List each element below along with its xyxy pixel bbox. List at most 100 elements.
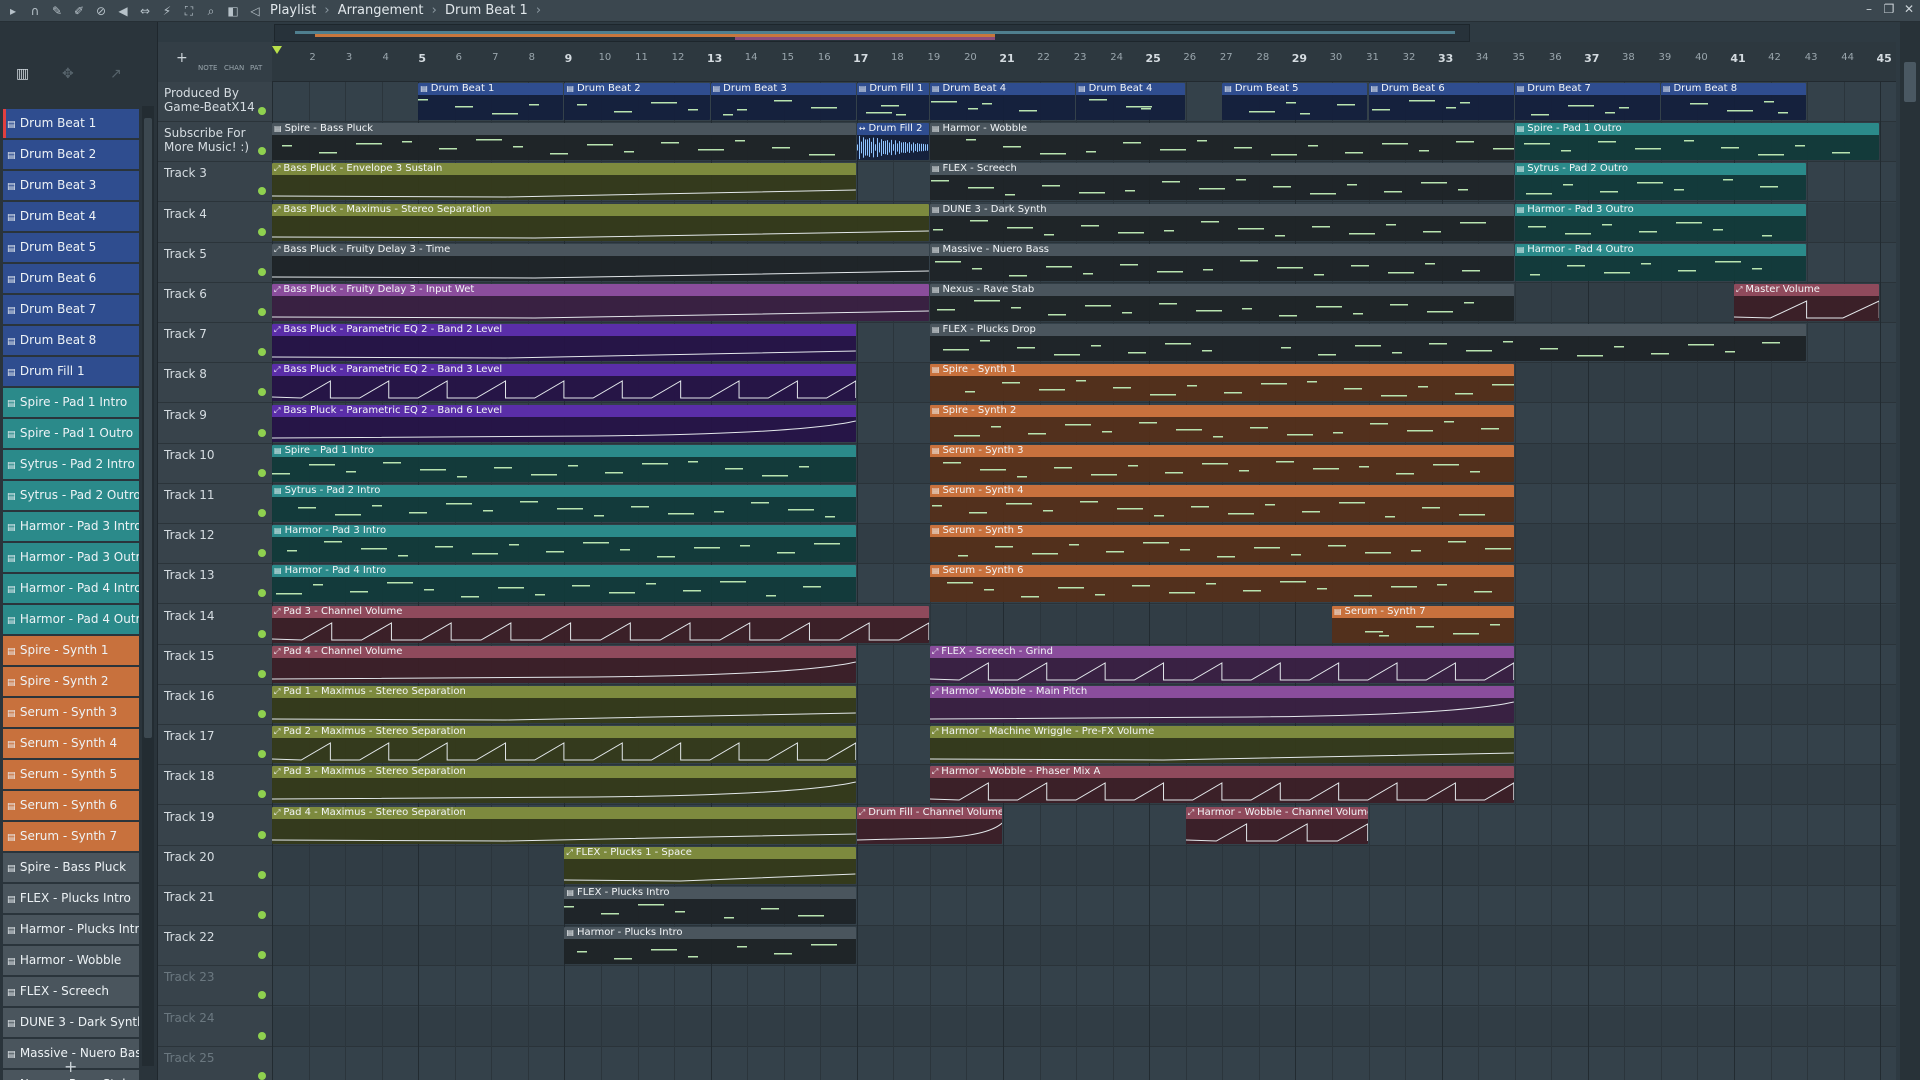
track-header[interactable]: Track 21 xyxy=(158,886,272,926)
pattern-clip[interactable]: ▤ FLEX - Plucks Drop xyxy=(929,324,1807,362)
pattern-clip[interactable]: ▤ Serum - Synth 4 xyxy=(929,485,1514,522)
pattern-clip[interactable]: ▤ Drum Beat 8 xyxy=(1660,83,1807,120)
automation-clip[interactable]: ⤢ Pad 1 - Maximus - Stereo Separation xyxy=(272,686,856,723)
track-header[interactable]: Track 19 xyxy=(158,806,272,846)
track-name[interactable]: Track 13 xyxy=(164,568,214,582)
pattern-item[interactable]: ▤ Harmor - Wobble xyxy=(3,946,139,975)
track-name[interactable]: Track 14 xyxy=(164,609,214,623)
track-lane[interactable] xyxy=(272,845,1896,886)
track-mute-led[interactable] xyxy=(258,1031,266,1040)
speaker-icon[interactable]: ◁ xyxy=(246,2,264,20)
track-mute-led[interactable] xyxy=(258,187,266,196)
track-mute-led[interactable] xyxy=(258,549,266,558)
track-mute-led[interactable] xyxy=(258,267,266,276)
track-header[interactable]: Track 7 xyxy=(158,323,272,364)
track-header[interactable]: Track 20 xyxy=(158,846,272,886)
pattern-item[interactable]: ▤ FLEX - Plucks Intro xyxy=(3,884,139,913)
track-mute-led[interactable] xyxy=(258,710,266,718)
pattern-item[interactable]: ▤ FLEX - Screech xyxy=(3,977,139,1006)
audio-clip[interactable]: ↔ Drum Fill 2 xyxy=(856,123,929,161)
picker-view-icon[interactable]: ▥ xyxy=(16,66,29,82)
pattern-clip[interactable]: ▤ Drum Fill 1 xyxy=(856,83,929,120)
track-header[interactable]: Track 17 xyxy=(158,725,272,766)
zoom-icon[interactable]: ⌕ xyxy=(202,2,220,20)
track-name[interactable]: Track 9 xyxy=(164,408,207,422)
track-mute-led[interactable] xyxy=(258,388,266,397)
pencil-icon[interactable]: ✎ xyxy=(48,2,66,20)
pattern-clip[interactable]: ▤ Spire - Bass Pluck xyxy=(272,123,856,161)
track-name[interactable]: Track 20 xyxy=(164,850,214,864)
tool-pat[interactable]: PAT xyxy=(250,64,262,72)
pattern-clip[interactable]: ▤ Spire - Synth 1 xyxy=(929,364,1514,402)
track-mute-led[interactable] xyxy=(258,147,266,156)
paint-icon[interactable]: ✐ xyxy=(70,2,88,20)
track-name[interactable]: Track 11 xyxy=(164,488,214,502)
track-header[interactable]: Track 22 xyxy=(158,926,272,967)
track-mute-led[interactable] xyxy=(258,509,266,517)
pattern-clip[interactable]: ▤ Sytrus - Pad 2 Outro xyxy=(1514,163,1807,201)
pattern-item[interactable]: ▤ Drum Beat 5 xyxy=(3,233,139,262)
pattern-item[interactable]: ▤ Drum Beat 3 xyxy=(3,171,139,200)
track-mute-led[interactable] xyxy=(258,348,266,357)
track-mute-led[interactable] xyxy=(258,870,266,879)
track-name[interactable]: Track 23 xyxy=(164,970,214,984)
pattern-item[interactable]: ▤ Drum Beat 4 xyxy=(3,202,139,231)
pattern-item[interactable]: ▤ Drum Beat 6 xyxy=(3,264,139,293)
pattern-item[interactable]: ▤ Drum Beat 2 xyxy=(3,140,139,169)
pattern-clip[interactable]: ▤ Harmor - Pad 4 Intro xyxy=(272,565,856,603)
picker-edit-icon[interactable]: ↗ xyxy=(110,66,122,82)
automation-clip[interactable]: ⤢ Master Volume xyxy=(1734,284,1880,321)
track-header[interactable]: Produced By Game-BeatX14 xyxy=(158,82,272,122)
track-name[interactable]: Track 18 xyxy=(164,769,214,783)
pattern-clip[interactable]: ▤ Serum - Synth 3 xyxy=(929,444,1514,482)
track-name[interactable]: Track 4 xyxy=(164,207,207,221)
track-header[interactable]: Track 4 xyxy=(158,203,272,243)
track-mute-led[interactable] xyxy=(258,589,266,598)
automation-clip[interactable]: ⤢ FLEX - Screech - Grind xyxy=(929,645,1514,683)
pattern-clip[interactable]: ▤ Harmor - Plucks Intro xyxy=(564,927,856,965)
pattern-clip[interactable]: ▤ Serum - Synth 6 xyxy=(929,565,1514,603)
automation-clip[interactable]: ⤢ Bass Pluck - Parametric EQ 2 - Band 2 L… xyxy=(272,324,856,362)
pattern-clip[interactable]: ▤ Harmor - Pad 4 Outro xyxy=(1514,243,1807,281)
track-mute-led[interactable] xyxy=(258,629,266,638)
automation-clip[interactable]: ⤢ Pad 3 - Channel Volume xyxy=(272,605,929,643)
track-header[interactable]: Track 25 xyxy=(158,1047,272,1080)
track-name[interactable]: Track 22 xyxy=(164,930,214,944)
pattern-item[interactable]: ▤ Harmor - Pad 4 Outro xyxy=(3,605,139,634)
pattern-clip[interactable]: ▤ Spire - Synth 2 xyxy=(929,404,1514,442)
pattern-clip[interactable]: ▤ Harmor - Wobble xyxy=(929,123,1514,161)
pattern-clip[interactable]: ▤ Harmor - Pad 3 Outro xyxy=(1514,203,1807,241)
picker-move-icon[interactable]: ✥ xyxy=(62,66,74,82)
playback-icon[interactable]: ◧ xyxy=(224,2,242,20)
pattern-item[interactable]: ▤ Harmor - Pad 3 Intro xyxy=(3,512,139,541)
track-header[interactable]: Track 24 xyxy=(158,1007,272,1047)
track-header[interactable]: Track 11 xyxy=(158,484,272,524)
track-mute-led[interactable] xyxy=(258,669,266,678)
automation-clip[interactable]: ⤢ Pad 3 - Maximus - Stereo Separation xyxy=(272,766,856,804)
track-header[interactable]: Track 18 xyxy=(158,765,272,806)
pattern-clip[interactable]: ▤ DUNE 3 - Dark Synth xyxy=(929,203,1514,241)
pattern-clip[interactable]: ▤ Massive - Nuero Bass xyxy=(929,243,1514,281)
timeline-ruler[interactable]: 2 3 4 5 6 7 8 9 10 11 12 13 14 15 16 17 18 19 20 21 22 23 24 25… xyxy=(272,42,1896,82)
pattern-item[interactable]: ▤ Drum Fill 1 xyxy=(3,357,139,386)
pattern-item[interactable]: ▤ Spire - Pad 1 Intro xyxy=(3,388,139,417)
automation-clip[interactable]: ⤢ FLEX - Plucks 1 - Space xyxy=(564,846,856,884)
track-mute-led[interactable] xyxy=(258,830,266,839)
automation-clip[interactable]: ⤢ Pad 4 - Maximus - Stereo Separation xyxy=(272,806,856,844)
track-header[interactable]: Track 15 xyxy=(158,645,272,685)
track-header[interactable]: Track 12 xyxy=(158,524,272,565)
track-lane[interactable] xyxy=(272,966,1896,1007)
track-name[interactable]: Produced By Game-BeatX14 xyxy=(164,86,255,114)
pattern-clip[interactable]: ▤ Drum Beat 5 xyxy=(1222,83,1368,120)
playlist-overview-scroller[interactable] xyxy=(274,24,1470,42)
delete-icon[interactable]: ⊘ xyxy=(92,2,110,20)
picker-scrollbar[interactable] xyxy=(142,106,154,1066)
automation-clip[interactable]: ⤢ Pad 4 - Channel Volume xyxy=(272,645,856,683)
pattern-item[interactable]: ▤ Serum - Synth 3 xyxy=(3,698,139,727)
track-name[interactable]: Track 17 xyxy=(164,729,214,743)
playlist-grid[interactable]: ▤ Drum Beat 1 ▤ Drum Beat 2 ▤ Drum Beat 3 ▤ Dru… xyxy=(272,82,1896,1080)
pattern-clip[interactable]: ▤ Harmor - Pad 3 Intro xyxy=(272,525,856,563)
track-name[interactable]: Subscribe For More Music! :) xyxy=(164,126,249,154)
pattern-clip[interactable]: ▤ FLEX - Plucks Intro xyxy=(564,887,856,924)
track-name[interactable]: Track 8 xyxy=(164,367,207,381)
